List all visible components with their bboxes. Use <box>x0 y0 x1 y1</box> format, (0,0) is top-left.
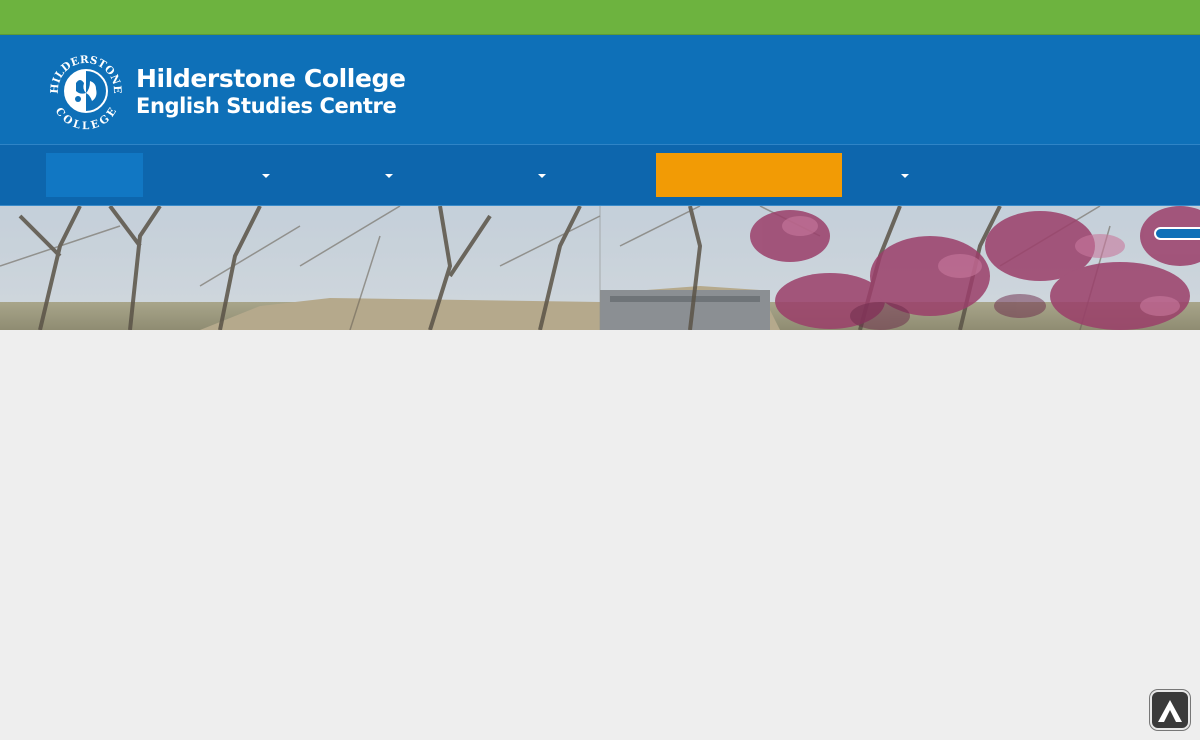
caret-down-icon <box>538 174 546 178</box>
caret-down-icon <box>901 174 909 178</box>
seal-text-bottom: COLLEGE <box>53 105 119 131</box>
chevron-up-icon <box>1158 700 1182 722</box>
slider-indicator[interactable] <box>1154 227 1200 240</box>
site-logo[interactable]: HILDERSTONE COLLEGE Hilderstone College … <box>46 51 406 131</box>
logo-title: Hilderstone College <box>136 63 406 93</box>
top-bar <box>0 0 1200 34</box>
nav-item-home[interactable] <box>46 153 143 197</box>
caret-down-icon <box>385 174 393 178</box>
scroll-to-top-button[interactable] <box>1150 690 1190 730</box>
nav-item-2[interactable] <box>150 153 280 197</box>
college-seal-icon: HILDERSTONE COLLEGE <box>49 54 123 131</box>
hero-banner-image <box>0 206 1200 330</box>
site-header: HILDERSTONE COLLEGE Hilderstone College … <box>0 34 1200 144</box>
nav-item-4[interactable] <box>415 153 555 197</box>
caret-down-icon <box>262 174 270 178</box>
nav-item-6[interactable] <box>848 153 920 197</box>
logo-subtitle: English Studies Centre <box>136 93 397 118</box>
nav-item-highlight[interactable] <box>656 153 842 197</box>
logo-wordmark: Hilderstone College English Studies Cent… <box>136 64 406 119</box>
nav-item-3[interactable] <box>290 153 405 197</box>
svg-text:COLLEGE: COLLEGE <box>53 105 120 131</box>
main-navigation <box>0 144 1200 206</box>
